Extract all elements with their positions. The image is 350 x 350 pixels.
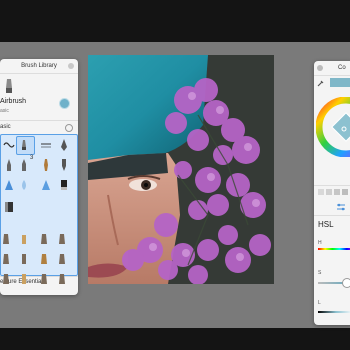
color-wheel[interactable] [316, 97, 350, 157]
current-color-swatch[interactable] [330, 78, 350, 87]
brush-library-header: Brush Library [0, 59, 78, 74]
hue-label: H [318, 240, 322, 246]
recent-color-1[interactable] [318, 189, 324, 195]
artwork-image [88, 55, 274, 284]
brush-flat-tool[interactable] [58, 158, 70, 172]
ink-pen-icon [61, 139, 67, 151]
flat-brush-icon [62, 159, 66, 171]
brush-paint-tool[interactable] [40, 158, 52, 172]
pencil-icon [7, 159, 11, 171]
brush-library-title: Brush Library [21, 63, 57, 69]
color-mode-label: HSL [318, 220, 334, 229]
divider-2 [314, 215, 350, 216]
lightness-slider[interactable] [318, 311, 350, 313]
brush-eraser-tool[interactable] [58, 178, 70, 192]
brush-water-tool[interactable] [18, 178, 30, 192]
brush-airbrush-tool[interactable] [18, 138, 30, 152]
brush-ink-tool[interactable] [58, 138, 70, 152]
brush-color-swatch[interactable] [59, 98, 70, 109]
texture-brush-icons [3, 234, 65, 284]
airbrush-tool-icon [22, 140, 26, 150]
artwork-canvas[interactable] [88, 55, 274, 284]
eyedropper-icon[interactable] [317, 79, 325, 87]
saturation-label: S [318, 270, 322, 276]
current-brush-set: asic [0, 108, 9, 114]
color-panel: Co HSL H S L [314, 61, 350, 325]
basic-section-label: asic [0, 124, 11, 130]
brush-variant-count: 3 [30, 155, 34, 161]
section-options-icon[interactable] [65, 124, 73, 132]
block-icon [5, 202, 13, 212]
current-brush-area: Airbrush asic [0, 76, 78, 121]
airbrush-icon [6, 79, 12, 93]
recent-color-4[interactable] [342, 189, 348, 195]
saturation-slider-thumb[interactable] [342, 278, 350, 288]
divider [314, 185, 350, 186]
recent-color-3[interactable] [334, 189, 340, 195]
water-drop-icon [22, 180, 26, 190]
wave-brush-icon [3, 142, 15, 148]
lightness-label: L [318, 300, 321, 306]
recent-colors [318, 189, 348, 195]
current-brush-name: Airbrush [0, 98, 27, 105]
eraser-icon [61, 180, 67, 190]
cone-icon [42, 180, 50, 190]
marker-icon [22, 159, 26, 171]
color-panel-close-icon[interactable] [317, 65, 323, 71]
color-panel-header: Co [314, 61, 350, 76]
brush-fill-tool[interactable] [3, 178, 15, 192]
brush-smudge-tool[interactable] [3, 138, 15, 152]
brush-line-tool[interactable] [40, 138, 52, 152]
basic-section-header[interactable]: asic [0, 122, 78, 134]
brush-marker-tool[interactable] [18, 158, 30, 172]
line-brush-icon [41, 143, 51, 148]
paint-brush-icon [44, 159, 48, 171]
brush-pencil-tool[interactable] [3, 158, 15, 172]
texture-brushes [0, 232, 78, 292]
brush-smooth-tool[interactable] [40, 178, 52, 192]
panel-close-icon[interactable] [68, 63, 74, 69]
recent-color-2[interactable] [326, 189, 332, 195]
brush-block-tool[interactable] [3, 200, 15, 214]
hue-slider[interactable] [318, 248, 350, 250]
sliders-icon[interactable] [336, 203, 346, 211]
color-panel-title: Co [338, 65, 346, 71]
triangle-blue-icon [5, 180, 13, 190]
